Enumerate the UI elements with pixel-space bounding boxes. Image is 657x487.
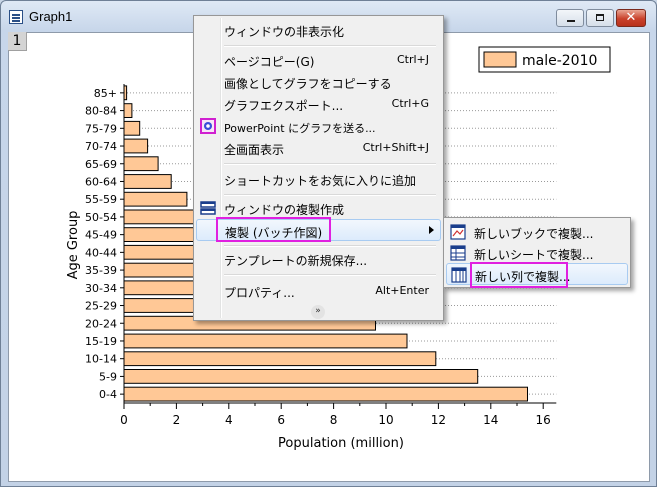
new-column-icon [451, 267, 467, 283]
y-tick-label: 40-44 [85, 246, 117, 259]
x-tick-label: 14 [483, 413, 498, 427]
bar-60-64[interactable] [123, 174, 172, 189]
menu-item-full-screen[interactable]: 全画面表示 Ctrl+Shift+J [196, 137, 441, 159]
y-tick-label: 85+ [94, 87, 117, 100]
highlight-box-duplicate-batch [216, 217, 331, 242]
bar-15-19[interactable] [123, 333, 408, 349]
legend-swatch [483, 51, 517, 68]
x-axis-label: Population (million) [278, 436, 404, 451]
menu-item-shortcut: Ctrl+Shift+J [362, 141, 429, 154]
x-tick-label: 8 [330, 413, 338, 427]
new-book-icon [450, 224, 466, 240]
menu-item-properties[interactable]: プロパティ... Alt+Enter [196, 280, 441, 302]
bar-10-14[interactable] [123, 351, 437, 367]
menu-item-label: ウィンドウの非表示化 [224, 25, 345, 39]
y-tick-label: 65-69 [85, 158, 117, 171]
submenu-arrow-icon [429, 226, 434, 234]
bar-55-59[interactable] [123, 191, 188, 207]
y-tick-label: 30-34 [85, 282, 117, 295]
bar-70-74[interactable] [123, 138, 149, 154]
menu-separator [224, 163, 436, 165]
menu-item-label: 画像としてグラフをコピーする [224, 77, 392, 91]
submenu-item-new-book[interactable]: 新しいブックで複製... [446, 221, 628, 243]
x-axis-ticks: 0 2 4 6 8 10 12 14 16 [120, 403, 551, 427]
menu-item-shortcut: Ctrl+J [396, 53, 429, 66]
menu-separator [224, 245, 436, 247]
y-tick-label: 50-54 [85, 211, 117, 224]
new-sheet-icon [450, 245, 466, 261]
submenu-item-new-sheet[interactable]: 新しいシートで複製... [446, 242, 628, 264]
duplicate-window-icon [200, 201, 216, 215]
menu-item-label: ウィンドウの複製作成 [224, 203, 345, 217]
y-tick-label: 25-29 [85, 300, 117, 313]
y-axis-label: Age Group [66, 211, 81, 280]
menu-separator [224, 45, 436, 47]
y-tick-label: 45-49 [85, 229, 117, 242]
x-tick-label: 4 [225, 413, 233, 427]
bar-0-4[interactable] [123, 386, 528, 402]
menu-item-hide-window[interactable]: ウィンドウの非表示化 [196, 19, 441, 41]
x-tick-label: 0 [120, 413, 128, 427]
menu-item-copy-graph-image[interactable]: 画像としてグラフをコピーする [196, 71, 441, 93]
x-tick-label: 12 [431, 413, 446, 427]
highlight-box-new-column [470, 262, 568, 288]
menu-item-label: ショートカットをお気に入りに追加 [224, 174, 417, 188]
y-tick-label: 80-84 [85, 105, 117, 118]
submenu-item-label: 新しいブックで複製... [474, 227, 594, 241]
submenu-item-label: 新しいシートで複製... [474, 248, 594, 262]
x-tick-label: 6 [277, 413, 285, 427]
x-tick-label: 16 [536, 413, 551, 427]
menu-item-duplicate-window[interactable]: ウィンドウの複製作成 [196, 197, 441, 219]
menu-separator [224, 274, 436, 276]
menu-item-shortcut: Ctrl+G [391, 97, 429, 110]
bar-80-84[interactable] [123, 103, 133, 118]
bar-5-9[interactable] [123, 369, 479, 384]
chart-legend[interactable]: male-2010 [478, 46, 611, 73]
y-tick-label: 20-24 [85, 317, 117, 330]
y-tick-label: 60-64 [85, 175, 117, 188]
menu-item-label: プロパティ... [224, 286, 295, 300]
y-tick-label: 75-79 [85, 122, 117, 135]
x-tick-label: 10 [378, 413, 393, 427]
y-tick-label: 10-14 [85, 353, 117, 366]
y-tick-label: 0-4 [99, 388, 117, 401]
context-menu: ウィンドウの非表示化 ページコピー(G) Ctrl+J 画像としてグラフをコピー… [193, 15, 444, 321]
menu-item-label: ページコピー(G) [224, 55, 315, 69]
expand-menu-icon[interactable]: » [311, 305, 325, 319]
y-tick-label: 15-19 [85, 335, 117, 348]
bar-65-69[interactable] [123, 156, 159, 172]
menu-item-label: 全画面表示 [224, 143, 285, 157]
menu-item-label: テンプレートの新規保存... [224, 254, 368, 268]
menu-item-add-shortcut-favorites[interactable]: ショートカットをお気に入りに追加 [196, 168, 441, 190]
menu-item-shortcut: Alt+Enter [375, 284, 429, 297]
menu-item-copy-page[interactable]: ページコピー(G) Ctrl+J [196, 49, 441, 71]
y-axis-ticks: 0-4 5-9 10-14 15-19 20-24 25-29 30-34 35-39 40-4… [85, 87, 124, 401]
y-tick-label: 5-9 [99, 370, 117, 383]
bar-75-79[interactable] [123, 120, 141, 136]
y-tick-label: 55-59 [85, 193, 117, 206]
legend-label: male-2010 [522, 53, 597, 69]
powerpoint-icon [200, 118, 216, 134]
menu-item-send-to-powerpoint[interactable]: PowerPoint にグラフを送る... [196, 115, 441, 137]
menu-item-label: グラフエクスポート... [224, 99, 344, 113]
menu-item-label: PowerPoint にグラフを送る... [224, 122, 376, 135]
y-tick-label: 70-74 [85, 140, 117, 153]
x-tick-label: 2 [173, 413, 181, 427]
y-tick-label: 35-39 [85, 264, 117, 277]
menu-separator [224, 194, 436, 196]
menu-item-save-template[interactable]: テンプレートの新規保存... [196, 248, 441, 270]
menu-item-export-graph[interactable]: グラフエクスポート... Ctrl+G [196, 93, 441, 115]
